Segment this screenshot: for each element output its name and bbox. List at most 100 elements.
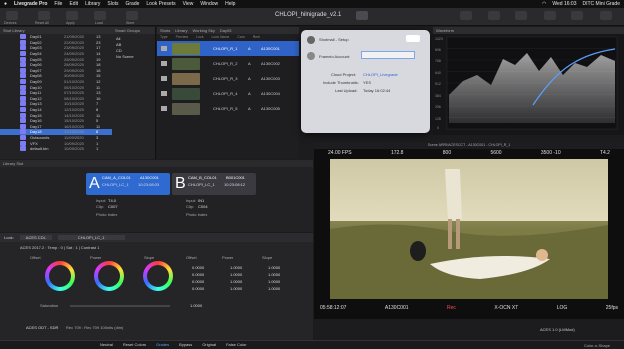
popup-service: Shotmail - Setup bbox=[319, 37, 349, 42]
shot-row[interactable]: CHLOPI_R_2 A A130C002 bbox=[157, 56, 299, 71]
devices-button[interactable] bbox=[6, 11, 18, 20]
slope-color-wheel[interactable] bbox=[143, 261, 173, 291]
apply-button[interactable] bbox=[66, 11, 78, 20]
slot-b-cam: CAM_B_COL01 bbox=[188, 175, 217, 180]
slot-a-field1-value[interactable]: T4.0 bbox=[108, 198, 116, 203]
cdl-slope-label: Slope bbox=[262, 255, 273, 260]
layout-button-2[interactable] bbox=[488, 11, 500, 20]
menu-view[interactable]: View bbox=[183, 1, 194, 7]
apple-icon[interactable]: ● bbox=[4, 1, 7, 7]
cloud-project-label: Cloud Project: bbox=[331, 72, 357, 77]
menu-edit[interactable]: Edit bbox=[69, 1, 78, 7]
slot-card-b[interactable]: B CAM_B_COL01 B001C001 CHLOPI_LC_1 10:23… bbox=[172, 173, 256, 195]
cdl-value[interactable]: 1.0000 bbox=[230, 272, 242, 277]
wifi-icon[interactable]: ◠ bbox=[542, 1, 546, 7]
popup-menu-button[interactable] bbox=[406, 35, 420, 42]
col-type[interactable]: Type bbox=[160, 35, 168, 39]
menu-window[interactable]: Window bbox=[200, 1, 218, 7]
codec-readout: LOG bbox=[556, 305, 568, 311]
reset-colors-button[interactable]: Reset Colors bbox=[123, 342, 146, 347]
cdl-value[interactable]: 0.0000 bbox=[192, 286, 204, 291]
grades-button[interactable]: Grades bbox=[156, 342, 169, 347]
original-button[interactable]: Original bbox=[202, 342, 216, 347]
false-color-button[interactable]: False Color bbox=[226, 342, 246, 347]
wb-readout: 5600 bbox=[490, 150, 502, 156]
shot-thumbnail bbox=[172, 87, 200, 100]
cdl-value[interactable]: 1.0000 bbox=[230, 286, 242, 291]
cdl-value[interactable]: 1.0000 bbox=[268, 286, 280, 291]
status-right[interactable]: DITC Mini Grade bbox=[582, 1, 620, 7]
folder-name: Day12 bbox=[30, 95, 42, 101]
tab-day05[interactable]: Day05 bbox=[220, 28, 232, 33]
lut-label: ACES 1.0 (LMMod) bbox=[540, 327, 575, 332]
folder-date: 12/10/2020 bbox=[64, 107, 85, 113]
slot-card-a[interactable]: A CAM_A_COL01 A130C001 CHLOPI_LC_1 10:23… bbox=[86, 173, 170, 195]
cdl-value[interactable]: 1.0000 bbox=[268, 272, 280, 277]
look-bar: Look: ACES CDL CHLOPI_LC_1 bbox=[0, 233, 313, 242]
folder-date: 22/09/2020 bbox=[64, 39, 85, 45]
menu-file[interactable]: File bbox=[54, 1, 62, 7]
slot-b-field2-value[interactable]: C004 bbox=[198, 204, 208, 209]
offset-color-wheel[interactable] bbox=[45, 261, 75, 291]
layout-button-1[interactable] bbox=[460, 11, 472, 20]
menu-slots[interactable]: Slots bbox=[107, 1, 118, 7]
store-button[interactable] bbox=[126, 11, 138, 20]
col-cam[interactable]: Cam bbox=[237, 35, 244, 39]
cdl-value[interactable]: 1.0000 bbox=[230, 279, 242, 284]
cloud-icon[interactable] bbox=[356, 11, 368, 20]
folder-icon bbox=[20, 45, 26, 51]
power-color-wheel[interactable] bbox=[94, 261, 124, 291]
layout-button-4[interactable] bbox=[544, 11, 556, 20]
bypass-button[interactable]: Bypass bbox=[179, 342, 192, 347]
shot-row[interactable]: CHLOPI_R_3 A A130C003 bbox=[157, 71, 299, 86]
clip-name: A130C001 bbox=[384, 305, 409, 311]
col-preview[interactable]: Preview bbox=[176, 35, 188, 39]
layout-button-3[interactable] bbox=[515, 11, 527, 20]
app-menu[interactable]: Livegrade Pro bbox=[14, 1, 47, 7]
smart-item-no-scene[interactable]: No Scene bbox=[116, 54, 151, 60]
layout-button-6[interactable] bbox=[600, 11, 612, 20]
account-input[interactable] bbox=[361, 51, 415, 59]
col-reel[interactable]: Reel bbox=[253, 35, 260, 39]
tab-working-sky[interactable]: Working Sky bbox=[192, 28, 214, 33]
slot-a-field2-value[interactable]: C007 bbox=[108, 204, 118, 209]
clock[interactable]: Wed 16:03 bbox=[552, 1, 576, 7]
tab-library[interactable]: Library bbox=[175, 28, 187, 33]
folder-date: 08/10/2020 bbox=[64, 95, 85, 101]
wave-tick-3: 640 bbox=[435, 71, 441, 75]
cloud-project-link[interactable]: CHLOPI_Livegrade bbox=[363, 72, 398, 77]
slot-b-field1-value[interactable]: IN1 bbox=[198, 198, 204, 203]
cdl-value[interactable]: 0.0000 bbox=[192, 265, 204, 270]
col-look-name[interactable]: Look Name bbox=[211, 35, 229, 39]
saturation-value[interactable]: 1.0000 bbox=[190, 303, 202, 308]
folder-name: Day16 bbox=[30, 118, 42, 124]
wave-tick-5: 384 bbox=[435, 94, 441, 98]
cdl-value[interactable]: 1.0000 bbox=[230, 265, 242, 270]
shot-row[interactable]: CHLOPI_R_4 A A130C004 bbox=[157, 86, 299, 101]
menu-library[interactable]: Library bbox=[85, 1, 100, 7]
shot-row[interactable]: CHLOPI_R_5 A A130C005 bbox=[157, 101, 299, 116]
cdl-value[interactable]: 1.0000 bbox=[268, 279, 280, 284]
load-button[interactable] bbox=[94, 11, 106, 20]
look-dropdown[interactable]: ACES CDL bbox=[19, 235, 52, 240]
shot-reel: A130C005 bbox=[261, 106, 280, 111]
cdl-value[interactable]: 0.0000 bbox=[192, 272, 204, 277]
shots-panel: Shots Library Working Sky Day05 Type Pre… bbox=[157, 27, 299, 159]
look-name-field[interactable]: CHLOPI_LC_1 bbox=[57, 235, 125, 240]
shot-row[interactable]: CHLOPI_R_1 A A130C001 bbox=[157, 41, 299, 56]
folder-count: 13 bbox=[96, 90, 101, 96]
shotmail-icon bbox=[307, 36, 315, 44]
bottom-right-label: Color-n-Shape bbox=[584, 343, 611, 348]
cdl-value[interactable]: 1.0000 bbox=[268, 265, 280, 270]
col-lock[interactable]: Lock bbox=[196, 35, 203, 39]
wave-tick-8: 0 bbox=[437, 126, 439, 130]
menu-grade[interactable]: Grade bbox=[126, 1, 140, 7]
menu-look-presets[interactable]: Look Presets bbox=[146, 1, 175, 7]
layout-button-5[interactable] bbox=[571, 11, 583, 20]
reset-all-button[interactable] bbox=[38, 11, 50, 20]
neutral-button[interactable]: Neutral bbox=[100, 342, 113, 347]
cdl-value[interactable]: 0.0000 bbox=[192, 279, 204, 284]
menu-help[interactable]: Help bbox=[225, 1, 235, 7]
folder-count: 16 bbox=[96, 95, 101, 101]
saturation-slider[interactable] bbox=[70, 305, 170, 307]
